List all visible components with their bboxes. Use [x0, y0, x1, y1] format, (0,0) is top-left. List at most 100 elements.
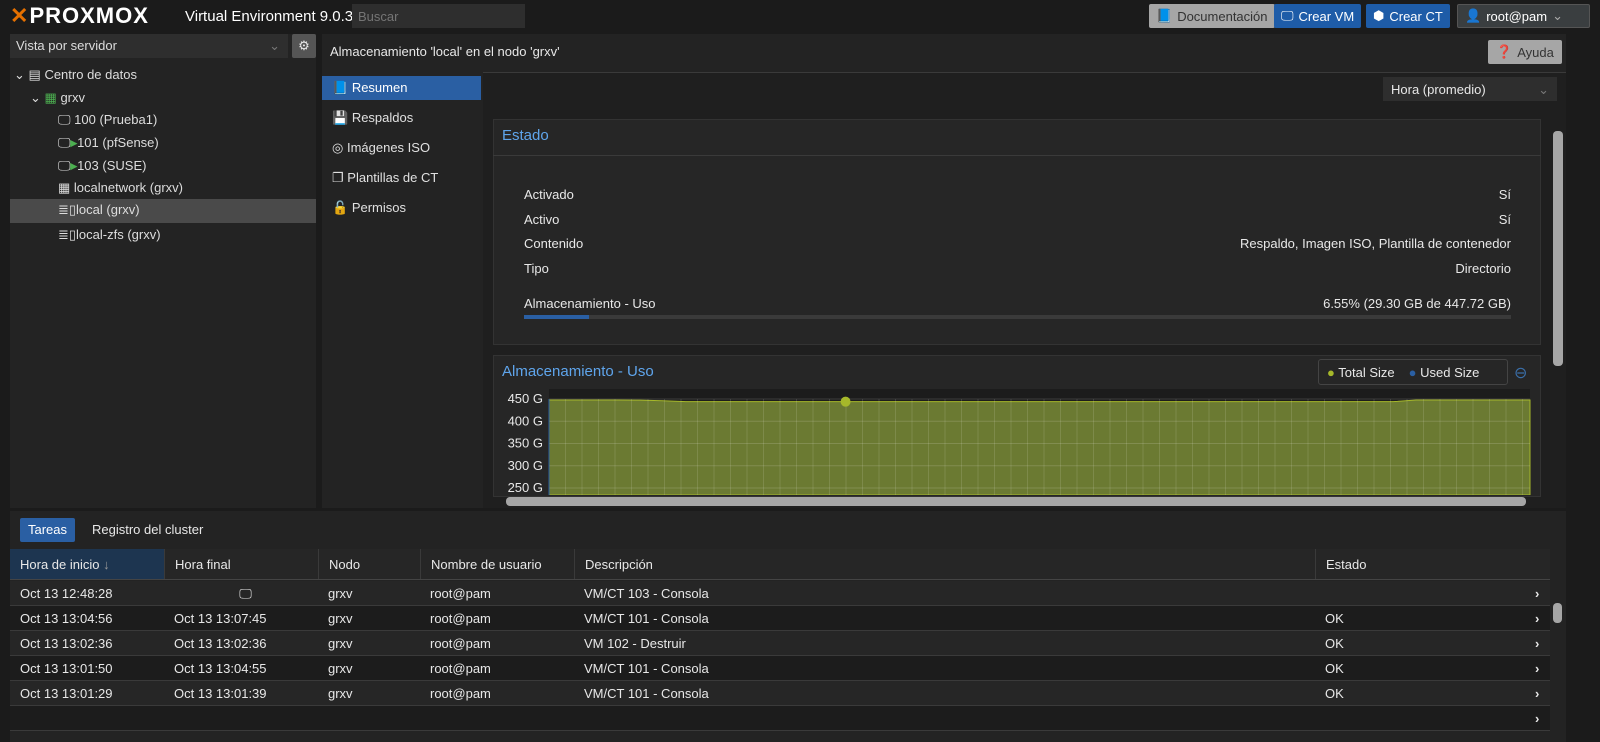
cube-icon: ⬢: [1373, 8, 1385, 23]
col-user[interactable]: Nombre de usuario: [420, 549, 573, 579]
tree-item-node[interactable]: ⌄ ▦ grxv: [30, 87, 85, 109]
col-description[interactable]: Descripción: [574, 549, 1314, 579]
vm-running-icon: 🖵▸: [58, 158, 78, 173]
status-card: [493, 119, 1541, 345]
nav-iso[interactable]: ◎ Imágenes ISO: [322, 136, 481, 160]
chevron-down-icon: ⌄: [1552, 8, 1563, 23]
nav-permisos[interactable]: 🔓 Permisos: [322, 196, 481, 220]
network-icon: ▦: [58, 180, 71, 195]
task-row[interactable]: ›: [10, 706, 1550, 731]
storage-icon: ≣▯: [58, 227, 77, 242]
status-value: Sí: [1498, 211, 1511, 227]
tasks-scrollbar[interactable]: [1553, 603, 1562, 625]
horizontal-scrollbar[interactable]: [488, 497, 1534, 507]
vertical-scrollbar[interactable]: [1553, 115, 1563, 495]
chevron-right-icon[interactable]: ›: [1525, 656, 1539, 680]
chevron-right-icon[interactable]: ›: [1525, 581, 1539, 605]
chevron-down-icon: ⌄: [269, 38, 280, 53]
view-selector[interactable]: Vista por servidor ⌄: [10, 34, 288, 58]
documentation-button[interactable]: 📘 Documentación: [1149, 4, 1275, 28]
create-ct-button[interactable]: ⬢ Crear CT: [1366, 4, 1450, 28]
task-row[interactable]: Oct 13 13:01:50 Oct 13 13:04:55 grxv root@p…: [10, 656, 1550, 681]
chevron-right-icon[interactable]: ›: [1525, 606, 1539, 630]
nav-respaldos[interactable]: 💾 Respaldos: [322, 106, 481, 130]
storage-icon: ≣▯: [58, 202, 77, 217]
usage-label: Almacenamiento - Uso: [524, 296, 656, 311]
task-cell: grxv: [328, 686, 353, 701]
task-cell: [318, 706, 328, 730]
tree-item-local[interactable]: ≣▯local (grxv): [10, 199, 316, 223]
status-key: Contenido: [524, 236, 584, 251]
chevron-right-icon[interactable]: ›: [1525, 706, 1539, 730]
search-input[interactable]: [352, 4, 525, 28]
chevron-right-icon[interactable]: ›: [1525, 631, 1539, 655]
task-cell: root@pam: [430, 661, 491, 676]
task-cell: Oct 13 13:07:45: [174, 611, 267, 626]
col-node[interactable]: Nodo: [318, 549, 419, 579]
tree-item-localnetwork[interactable]: ▦ localnetwork (grxv): [58, 177, 183, 199]
usage-chart: 450 G 400 G 350 G 300 G 250 G: [508, 389, 1531, 495]
status-value: Directorio: [1455, 260, 1511, 276]
nav-resumen[interactable]: 📘 Resumen: [322, 76, 481, 100]
proxmox-logo: ✕PROXMOX: [10, 3, 149, 28]
task-row[interactable]: Oct 13 13:04:56 Oct 13 13:07:45 grxv root@p…: [10, 606, 1550, 631]
task-cell: grxv: [328, 611, 353, 626]
tree-item-vm-100[interactable]: 🖵 100 (Prueba1): [58, 109, 157, 131]
chevron-down-icon: ⌄: [1538, 82, 1549, 97]
task-cell: grxv: [328, 636, 353, 651]
task-cell: [10, 706, 20, 730]
task-cell: root@pam: [430, 611, 491, 626]
task-cell: Oct 13 13:01:39: [174, 686, 267, 701]
task-row[interactable]: Oct 13 13:02:36 Oct 13 13:02:36 grxv root@p…: [10, 631, 1550, 656]
task-cell: VM/CT 103 - Consola: [584, 586, 709, 601]
vm-running-icon: 🖵▸: [58, 135, 78, 150]
col-end-time[interactable]: Hora final: [164, 549, 317, 579]
create-vm-button[interactable]: 🖵 Crear VM: [1274, 4, 1362, 28]
task-cell: Oct 13 13:01:29: [20, 686, 113, 701]
y-tick-label: 450 G: [508, 391, 543, 406]
tab-tareas[interactable]: Tareas: [20, 518, 76, 542]
help-button[interactable]: ❓ Ayuda: [1488, 40, 1562, 64]
col-status[interactable]: Estado: [1315, 549, 1520, 579]
task-cell: Oct 13 13:02:36: [174, 636, 267, 651]
status-title: Estado: [502, 127, 549, 144]
task-row[interactable]: Oct 13 12:48:28 🖵 grxv root@pam VM/CT 103 - …: [10, 581, 1550, 606]
tasks-grid-header: Hora de inicio ↓ Hora final Nodo Nombre …: [10, 549, 1550, 580]
collapse-icon[interactable]: ⊖: [1514, 363, 1527, 383]
task-cell: root@pam: [430, 636, 491, 651]
task-cell: Oct 13 12:48:28: [20, 586, 113, 601]
task-row[interactable]: Oct 13 13:01:29 Oct 13 13:01:39 grxv root@p…: [10, 681, 1550, 706]
tree-item-vm-103[interactable]: 🖵▸103 (SUSE): [58, 155, 146, 177]
tree-item-vm-101[interactable]: 🖵▸101 (pfSense): [58, 132, 159, 154]
tab-cluster-log[interactable]: Registro del cluster: [84, 518, 211, 542]
legend-total-size[interactable]: ● Total Size: [1327, 365, 1395, 380]
usage-progress-bar: [524, 315, 1511, 319]
hover-point: [840, 396, 851, 407]
status-key: Activo: [524, 211, 560, 227]
y-tick-label: 250 G: [508, 480, 543, 495]
task-cell: root@pam: [430, 586, 491, 601]
task-cell: Oct 13 13:01:50: [20, 661, 113, 676]
task-cell: VM/CT 101 - Consola: [584, 686, 709, 701]
task-cell: VM/CT 101 - Consola: [584, 661, 709, 676]
usage-value: 6.55% (29.30 GB de 447.72 GB): [1323, 296, 1511, 311]
monitor-icon: 🖵: [1281, 8, 1294, 23]
task-cell: [420, 706, 430, 730]
legend-used-size[interactable]: ● Used Size: [1409, 365, 1480, 380]
nav-ct-templates[interactable]: ❐ Plantillas de CT: [322, 166, 481, 190]
tree-item-datacenter[interactable]: ⌄ ▤ Centro de datos: [14, 64, 137, 86]
col-start-time[interactable]: Hora de inicio ↓: [10, 549, 164, 579]
chevron-right-icon[interactable]: ›: [1525, 681, 1539, 705]
task-cell: OK: [1325, 636, 1344, 651]
task-cell: [1315, 706, 1325, 730]
tree-item-local-zfs[interactable]: ≣▯local-zfs (grxv): [58, 224, 161, 246]
page-title: Almacenamiento 'local' en el nodo 'grxv': [330, 44, 560, 59]
y-tick-label: 300 G: [508, 458, 543, 473]
gear-icon[interactable]: ⚙: [292, 34, 316, 58]
status-value: Respaldo, Imagen ISO, Plantilla de conte…: [1239, 236, 1511, 251]
timeframe-select[interactable]: Hora (promedio) ⌄: [1383, 77, 1557, 101]
user-icon: 👤: [1465, 8, 1482, 23]
user-menu[interactable]: 👤 root@pam ⌄: [1457, 4, 1590, 28]
task-cell: grxv: [328, 661, 353, 676]
task-cell: VM/CT 101 - Consola: [584, 611, 709, 626]
